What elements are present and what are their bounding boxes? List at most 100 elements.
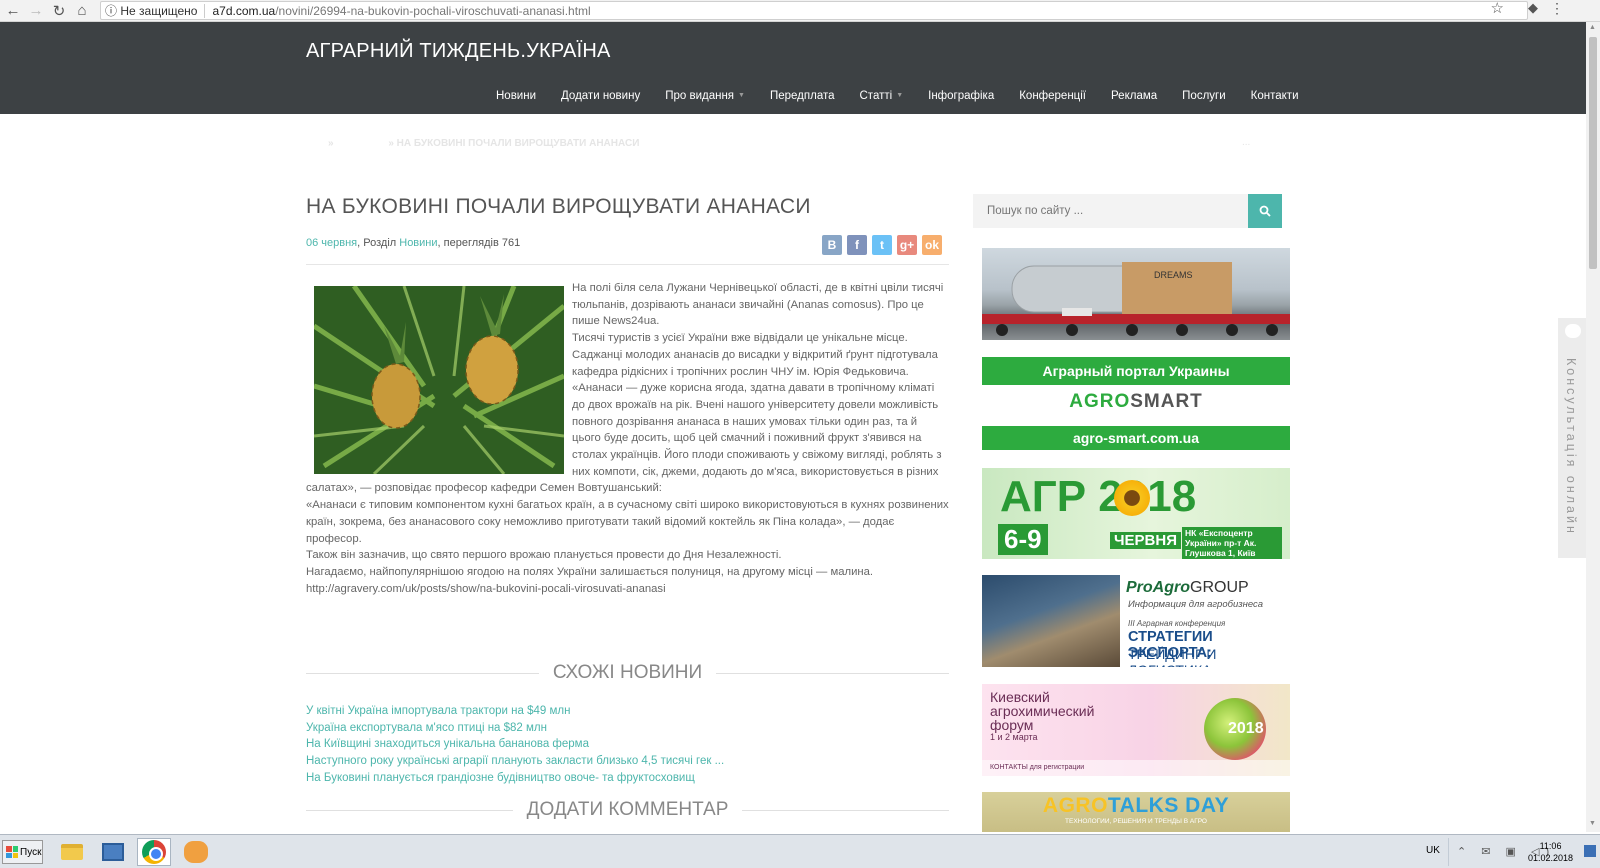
scroll-down-icon[interactable]: ▼ bbox=[1589, 820, 1596, 827]
site-logo-title[interactable]: АГРАРНИЙ ТИЖДЕНЬ.УКРАЇНА bbox=[306, 40, 611, 63]
search-button[interactable] bbox=[1248, 194, 1282, 228]
sunflower-icon bbox=[1114, 480, 1150, 516]
truck-cargo-image: DREAMS bbox=[982, 262, 1290, 336]
odnoklassniki-share-icon[interactable]: ok bbox=[922, 235, 942, 255]
breadcrumb-right: ... bbox=[1242, 137, 1251, 148]
article-meta: 06 червня, Розділ Новини, переглядів 761 bbox=[306, 237, 520, 249]
nav-item-articles-label: Статті bbox=[859, 90, 893, 102]
agrotalks-title: AGROTALKS DAY bbox=[982, 794, 1290, 818]
start-button[interactable]: Пуск bbox=[2, 840, 43, 864]
banner-agrosmart[interactable]: Аграрный портал Украины AGROSMART agro-s… bbox=[982, 357, 1290, 450]
related-news-link[interactable]: Наступного року українські аграрії плану… bbox=[306, 753, 724, 770]
search-icon bbox=[1259, 205, 1271, 217]
start-label: Пуск bbox=[20, 846, 42, 858]
add-comment-title: ДОДАТИ КОММЕНТАР bbox=[526, 799, 729, 820]
article-views: , переглядів 761 bbox=[437, 237, 521, 249]
scroll-thumb[interactable] bbox=[1589, 37, 1597, 269]
info-icon[interactable]: ⓘ Не защищено bbox=[101, 2, 197, 19]
nav-item-infographics[interactable]: Інфографіка bbox=[928, 90, 994, 102]
agrosmart-logo-a: AGRO bbox=[1069, 391, 1131, 412]
source-link[interactable]: http://agravery.com/uk/posts/show/na-buk… bbox=[306, 581, 949, 598]
cat-app-icon bbox=[184, 841, 208, 863]
agrotalks-a: AGRO bbox=[1042, 794, 1108, 817]
nav-item-advertising[interactable]: Реклама bbox=[1111, 90, 1157, 102]
article-divider bbox=[306, 264, 949, 265]
heading-rule bbox=[742, 809, 949, 811]
taskbar-control-panel[interactable] bbox=[96, 838, 130, 866]
system-clock[interactable]: 11:06 01.02.2018 bbox=[1528, 840, 1573, 864]
proagro-group: GROUP bbox=[1190, 579, 1249, 596]
heading-rule bbox=[306, 672, 539, 674]
agro2018-title: АГР 2018 bbox=[1000, 472, 1197, 521]
article-paragraph: Також він зазначив, що свято першого вро… bbox=[306, 549, 782, 562]
show-desktop-button[interactable] bbox=[1584, 845, 1596, 857]
related-news-title: СХОЖІ НОВИНИ bbox=[552, 662, 703, 683]
caret-down-icon: ▼ bbox=[896, 92, 904, 100]
bookmark-star-icon[interactable]: ☆ bbox=[1491, 0, 1504, 17]
nav-item-add-news[interactable]: Додати новину bbox=[561, 90, 640, 102]
nav-item-subscription[interactable]: Передплата bbox=[770, 90, 835, 102]
search-input[interactable] bbox=[973, 194, 1248, 228]
forward-icon[interactable]: → bbox=[26, 1, 46, 21]
agro2018-month: ЧЕРВНЯ bbox=[1110, 532, 1181, 549]
page-scrollbar[interactable]: ▲ ▼ bbox=[1586, 22, 1600, 832]
url-separator bbox=[204, 3, 206, 18]
related-news-link[interactable]: На Київщині знаходиться унікальна банано… bbox=[306, 736, 724, 753]
article-paragraph: «Ананаси є типовим компонентом кухні баг… bbox=[306, 499, 949, 545]
forum-year: 2018 bbox=[1228, 720, 1264, 737]
scroll-up-icon[interactable]: ▲ bbox=[1589, 24, 1596, 31]
home-icon[interactable]: ⌂ bbox=[72, 1, 92, 21]
twitter-share-icon[interactable]: t bbox=[872, 235, 892, 255]
forum-contacts: КОНТАКТЫ для регистрации bbox=[982, 760, 1290, 776]
article-paragraph: Нагадаємо, найпопулярнішою ягодою на пол… bbox=[306, 565, 874, 578]
banner-agrotalks[interactable]: AGROTALKS DAY ТЕХНОЛОГИИ, РЕШЕНИЯ И ТРЕН… bbox=[982, 792, 1290, 832]
google-plus-share-icon[interactable]: g+ bbox=[897, 235, 917, 255]
consultation-tab[interactable]: Консультація онлайн bbox=[1558, 318, 1588, 558]
facebook-share-icon[interactable]: f bbox=[847, 235, 867, 255]
agrotalks-b: TALKS DAY bbox=[1107, 794, 1230, 817]
photo-spacer bbox=[306, 280, 572, 480]
article-section-link[interactable]: Новини bbox=[399, 237, 437, 249]
nav-item-contacts[interactable]: Контакти bbox=[1251, 90, 1299, 102]
taskbar-app-cat[interactable] bbox=[179, 838, 213, 866]
nav-item-services[interactable]: Послуги bbox=[1182, 90, 1226, 102]
reload-icon[interactable]: ↻ bbox=[49, 1, 69, 21]
vk-share-icon[interactable]: B bbox=[822, 235, 842, 255]
nav-item-articles[interactable]: Статті ▼ bbox=[860, 90, 904, 102]
article-date[interactable]: 06 червня bbox=[306, 237, 357, 249]
taskbar-chrome[interactable] bbox=[137, 838, 171, 866]
clock-date: 01.02.2018 bbox=[1528, 853, 1574, 863]
address-bar[interactable]: ⓘ Не защищено a7d.com.ua/novini/26994-na… bbox=[100, 1, 1528, 20]
back-icon[interactable]: ← bbox=[3, 1, 23, 21]
related-news-link[interactable]: Україна експортувала м'ясо птиці на $82 … bbox=[306, 720, 724, 737]
banner-agro-2018[interactable]: АГР 2018 6-9 ЧЕРВНЯ НК «Експоцентр Украї… bbox=[982, 468, 1290, 559]
nav-item-about-label: Про видання bbox=[665, 90, 735, 102]
browser-menu-icon[interactable]: ⋮ bbox=[1550, 0, 1564, 17]
proagro-strategy-2: ТРЕЙДИНГ И ЛОГИСТИКА bbox=[1128, 646, 1217, 667]
proagro-brand: ProAgro bbox=[1126, 579, 1190, 596]
forum-title: Киевский агрохимический форум bbox=[990, 689, 1095, 733]
heading-rule bbox=[306, 809, 513, 811]
grain-ship-image bbox=[982, 575, 1120, 667]
extension-icon[interactable]: ◆ bbox=[1528, 0, 1538, 16]
nav-item-about[interactable]: Про видання ▼ bbox=[665, 90, 745, 102]
related-news-link[interactable]: На Буковині планується грандіозне будівн… bbox=[306, 770, 724, 787]
proagro-conference: III Аграрная конференция bbox=[1128, 619, 1226, 628]
section-prefix: , Розділ bbox=[357, 237, 400, 249]
browser-toolbar: ← → ↻ ⌂ ⓘ Не защищено a7d.com.ua/novini/… bbox=[0, 0, 1600, 22]
taskbar-explorer[interactable] bbox=[55, 838, 89, 866]
nav-item-news[interactable]: Новини bbox=[496, 90, 536, 102]
agrosmart-logo-b: SMART bbox=[1130, 391, 1203, 412]
article-body: На полі біля села Лужани Чернівецької об… bbox=[306, 280, 949, 597]
banner-transport[interactable]: DREAMS bbox=[982, 248, 1290, 340]
chrome-icon bbox=[142, 840, 166, 864]
banner-proagro[interactable]: ProAgroGROUP Информация для агробизнеса … bbox=[982, 575, 1290, 667]
banner-agrochem-forum[interactable]: Киевский агрохимический форум 1 и 2 март… bbox=[982, 684, 1290, 776]
related-news-link[interactable]: У квітні Україна імпортувала трактори на… bbox=[306, 703, 724, 720]
nav-item-conferences[interactable]: Конференції bbox=[1019, 90, 1086, 102]
proagro-logo: ProAgroGROUP bbox=[1126, 579, 1249, 597]
share-buttons: B f t g+ ok bbox=[822, 235, 947, 255]
related-news-list: У квітні Україна імпортувала трактори на… bbox=[306, 703, 724, 787]
language-indicator[interactable]: UK bbox=[1426, 845, 1440, 856]
proagro-subtitle: Информация для агробизнеса bbox=[1128, 599, 1264, 610]
